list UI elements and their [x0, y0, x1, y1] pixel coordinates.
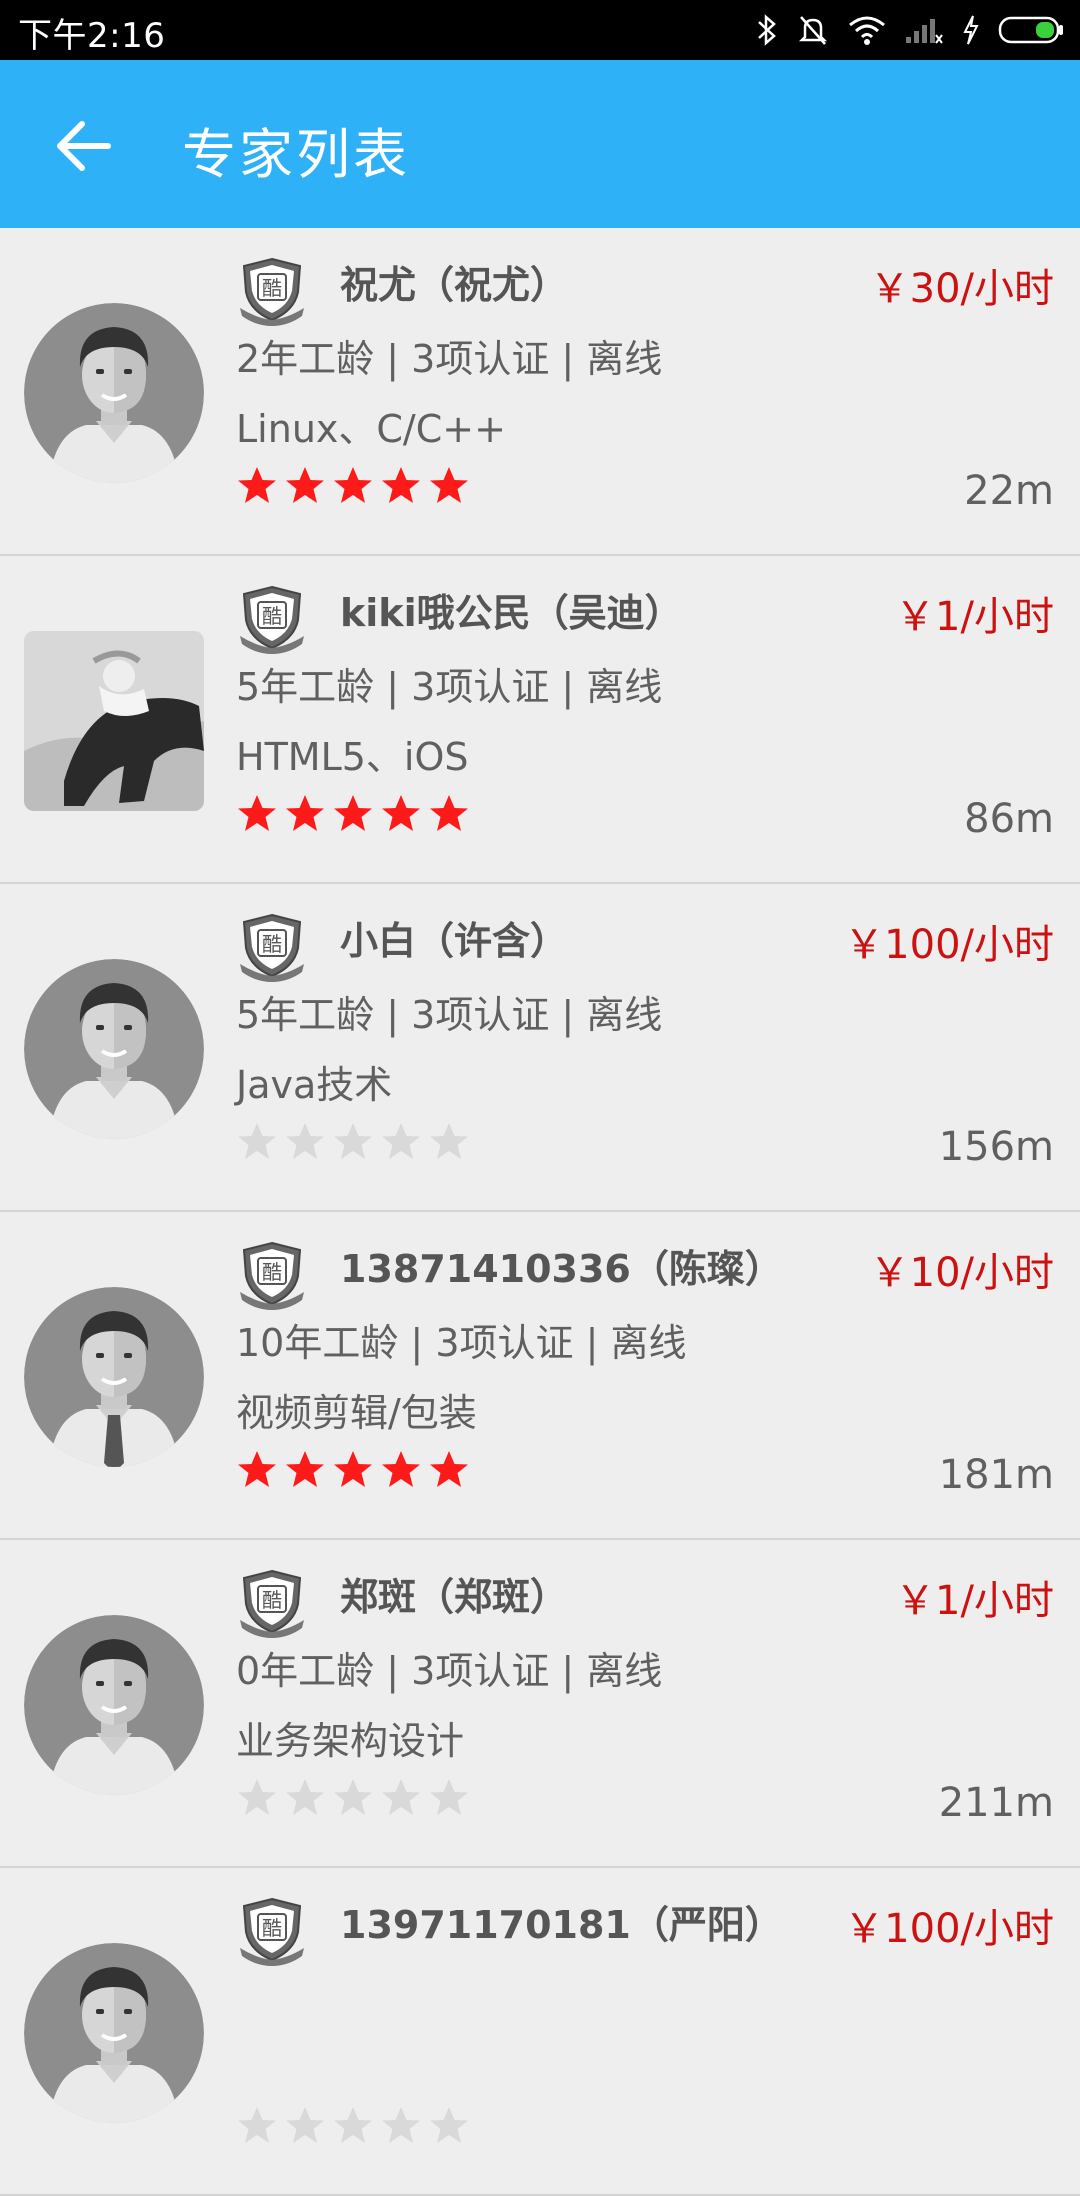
certified-badge-icon: 酷: [240, 913, 304, 982]
rating-stars: [236, 2104, 470, 2146]
star-filled-icon: [286, 1451, 324, 1487]
hourly-price: ￥1/小时: [895, 1578, 1054, 1624]
star-filled-icon: [238, 1451, 276, 1487]
expert-list-item[interactable]: 酷 13871410336（陈璨） ￥10/小时 10年工龄 | 3项认证 | …: [0, 1212, 1080, 1540]
star-filled-icon: [430, 467, 468, 503]
svg-text:酷: 酷: [262, 1588, 282, 1612]
expert-list-item[interactable]: 酷 小白（许含） ￥100/小时 5年工龄 | 3项认证 | 离线 Java技术…: [0, 884, 1080, 1212]
app-bar: 专家列表: [0, 60, 1080, 228]
svg-text:酷: 酷: [262, 1260, 282, 1284]
avatar-default-male: [24, 959, 204, 1139]
star-filled-icon: [334, 1451, 372, 1487]
expert-meta: 2年工龄 | 3项认证 | 离线: [236, 337, 663, 381]
star-filled-icon: [286, 467, 324, 503]
avatar-business-male: [24, 1287, 204, 1467]
rating-stars: [236, 1448, 470, 1490]
svg-text:酷: 酷: [262, 276, 282, 300]
svg-text:酷: 酷: [262, 604, 282, 628]
star-empty-icon: [334, 1123, 372, 1159]
certified-badge-icon: 酷: [240, 1569, 304, 1638]
star-empty-icon: [382, 1779, 420, 1815]
star-filled-icon: [430, 795, 468, 831]
star-filled-icon: [430, 1451, 468, 1487]
star-empty-icon: [430, 1779, 468, 1815]
star-empty-icon: [286, 1123, 324, 1159]
expert-meta: 10年工龄 | 3项认证 | 离线: [236, 1321, 687, 1365]
expert-skills: HTML5、iOS: [236, 735, 469, 779]
star-filled-icon: [238, 467, 276, 503]
expert-skills: 业务架构设计: [236, 1719, 465, 1763]
certified-badge-icon: 酷: [240, 1897, 304, 1966]
rating-stars: [236, 1120, 470, 1162]
expert-skills: Linux、C/C++: [236, 407, 506, 451]
star-empty-icon: [430, 2107, 468, 2143]
star-filled-icon: [334, 795, 372, 831]
expert-list-item[interactable]: 酷 kiki哦公民（吴迪） ￥1/小时 5年工龄 | 3项认证 | 离线 HTM…: [0, 556, 1080, 884]
certified-badge-icon: 酷: [240, 585, 304, 654]
avatar-default-male: [24, 1615, 204, 1795]
back-arrow-icon[interactable]: [52, 114, 116, 178]
expert-name: 小白（许含）: [340, 919, 569, 963]
hourly-price: ￥1/小时: [895, 594, 1054, 640]
expert-list: 酷 祝尤（祝尤） ￥30/小时 2年工龄 | 3项认证 | 离线 Linux、C…: [0, 228, 1080, 2196]
expert-skills: 视频剪辑/包装: [236, 1391, 477, 1435]
distance: 86m: [964, 796, 1054, 842]
hourly-price: ￥100/小时: [844, 1906, 1054, 1952]
signal-icon: [906, 19, 943, 44]
star-empty-icon: [334, 2107, 372, 2143]
star-empty-icon: [382, 2107, 420, 2143]
status-bar: 下午2:16: [0, 0, 1080, 60]
battery-icon: [998, 16, 1063, 44]
expert-meta: 5年工龄 | 3项认证 | 离线: [236, 665, 663, 709]
status-time: 下午2:16: [18, 16, 166, 56]
distance: 156m: [938, 1124, 1054, 1170]
silent-bell-icon: [798, 16, 828, 45]
star-empty-icon: [286, 2107, 324, 2143]
certified-badge-icon: 酷: [240, 257, 304, 326]
expert-list-item[interactable]: 酷 郑斑（郑斑） ￥1/小时 0年工龄 | 3项认证 | 离线 业务架构设计 2…: [0, 1540, 1080, 1868]
expert-name: 郑斑（郑斑）: [340, 1575, 569, 1619]
star-filled-icon: [286, 795, 324, 831]
star-empty-icon: [238, 1779, 276, 1815]
svg-text:酷: 酷: [262, 932, 282, 956]
page-title: 专家列表: [182, 123, 410, 186]
star-filled-icon: [238, 795, 276, 831]
star-filled-icon: [382, 1451, 420, 1487]
rating-stars: [236, 1776, 470, 1818]
distance: 22m: [964, 468, 1054, 514]
expert-list-item[interactable]: 酷 祝尤（祝尤） ￥30/小时 2年工龄 | 3项认证 | 离线 Linux、C…: [0, 228, 1080, 556]
avatar-default-male: [24, 1943, 204, 2123]
bluetooth-icon: [758, 14, 776, 46]
hourly-price: ￥10/小时: [869, 1250, 1054, 1296]
star-filled-icon: [382, 467, 420, 503]
avatar-default-male: [24, 303, 204, 483]
expert-name: kiki哦公民（吴迪）: [340, 591, 683, 635]
distance: 211m: [938, 1780, 1054, 1826]
avatar-photo: [24, 631, 204, 811]
certified-badge-icon: 酷: [240, 1241, 304, 1310]
distance: 181m: [938, 1452, 1054, 1498]
star-empty-icon: [382, 1123, 420, 1159]
star-filled-icon: [382, 795, 420, 831]
status-icons: [756, 10, 1064, 50]
rating-stars: [236, 464, 470, 506]
hourly-price: ￥30/小时: [869, 266, 1054, 312]
expert-skills: Java技术: [236, 1063, 393, 1107]
star-filled-icon: [334, 467, 372, 503]
expert-meta: 0年工龄 | 3项认证 | 离线: [236, 1649, 663, 1693]
expert-meta: 5年工龄 | 3项认证 | 离线: [236, 993, 663, 1037]
wifi-icon: [849, 16, 885, 45]
star-empty-icon: [334, 1779, 372, 1815]
rating-stars: [236, 792, 470, 834]
expert-name: 13871410336（陈璨）: [340, 1247, 783, 1291]
expert-name: 祝尤（祝尤）: [340, 263, 569, 307]
star-empty-icon: [286, 1779, 324, 1815]
charging-icon: [963, 15, 979, 45]
expert-list-item[interactable]: 酷 13971170181（严阳） ￥100/小时: [0, 1868, 1080, 2196]
star-empty-icon: [238, 2107, 276, 2143]
expert-name: 13971170181（严阳）: [340, 1903, 783, 1947]
star-empty-icon: [238, 1123, 276, 1159]
star-empty-icon: [430, 1123, 468, 1159]
hourly-price: ￥100/小时: [844, 922, 1054, 968]
